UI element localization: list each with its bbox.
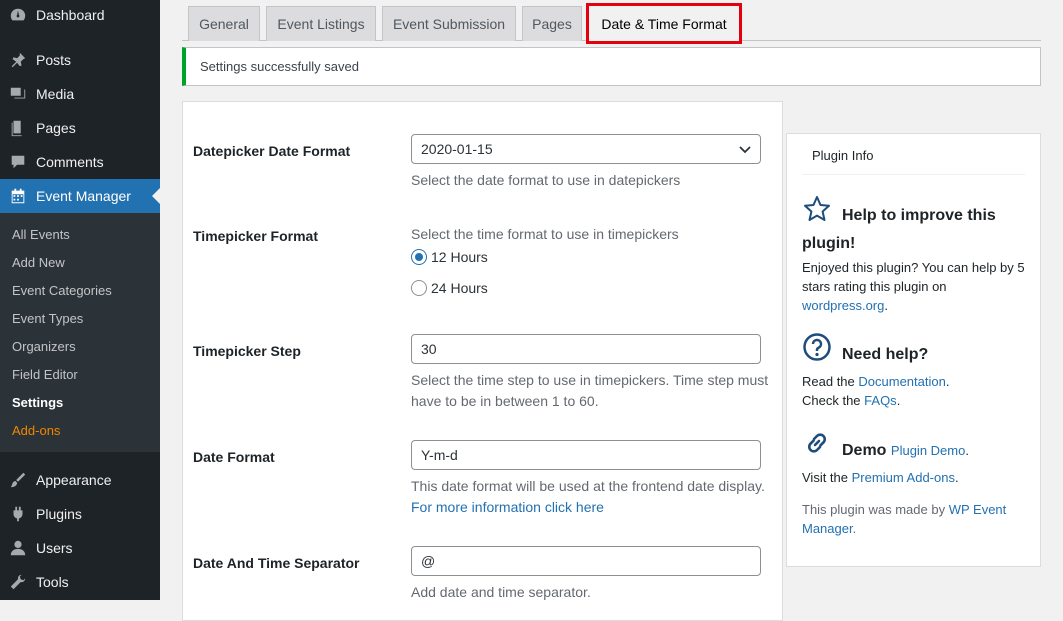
- help-icon: [803, 333, 831, 361]
- date-format-desc: This date format will be used at the fro…: [411, 476, 771, 518]
- submenu-field-editor[interactable]: Field Editor: [12, 367, 78, 382]
- documentation-link[interactable]: Documentation: [858, 374, 945, 389]
- premium-addons-link[interactable]: Premium Add-ons: [852, 470, 955, 485]
- timepicker-step-value: 30: [421, 341, 437, 357]
- separator-label: Date And Time Separator: [193, 555, 360, 571]
- event-manager-submenu: All Events Add New Event Categories Even…: [0, 213, 160, 452]
- radio-label: 12 Hours: [431, 249, 488, 265]
- plugin-demo-link[interactable]: Plugin Demo: [891, 443, 965, 458]
- notice-text: Settings successfully saved: [200, 59, 359, 74]
- wordpress-org-link[interactable]: wordpress.org: [802, 298, 884, 313]
- demo-heading: Demo Plugin Demo.: [842, 442, 969, 459]
- menu-posts[interactable]: Posts: [0, 43, 160, 77]
- radio-12-hours[interactable]: 12 Hours: [411, 249, 488, 265]
- brush-icon: [8, 470, 28, 490]
- date-format-value: Y-m-d: [421, 447, 458, 463]
- menu-tools[interactable]: Tools: [0, 565, 160, 599]
- menu-label: Tools: [36, 574, 69, 590]
- calendar-icon: [8, 186, 28, 206]
- datepicker-format-label: Datepicker Date Format: [193, 143, 351, 159]
- datepicker-format-select[interactable]: 2020-01-15: [411, 134, 761, 164]
- radio-24-hours[interactable]: 24 Hours: [411, 280, 488, 296]
- faqs-link[interactable]: FAQs: [864, 393, 897, 408]
- timepicker-step-input[interactable]: 30: [411, 334, 761, 364]
- help-read-line: Read the Documentation.: [802, 374, 950, 389]
- tab-event-listings[interactable]: Event Listings: [266, 6, 376, 41]
- comment-icon: [8, 152, 28, 172]
- settings-panel: Datepicker Date Format 2020-01-15 Select…: [182, 101, 783, 621]
- help-check-line: Check the FAQs.: [802, 393, 901, 408]
- media-icon: [8, 84, 28, 104]
- menu-label: Users: [36, 540, 73, 556]
- demo-heading-text: Demo: [842, 442, 887, 459]
- menu-users[interactable]: Users: [0, 531, 160, 565]
- pin-icon: [8, 50, 28, 70]
- divider: [802, 174, 1025, 175]
- visit-line: Visit the Premium Add-ons.: [802, 470, 959, 485]
- improve-heading: Help to improve this plugin!: [802, 207, 996, 252]
- timepicker-format-desc: Select the time format to use in timepic…: [411, 226, 679, 242]
- menu-label: Dashboard: [36, 7, 105, 23]
- submenu-settings[interactable]: Settings: [12, 395, 63, 410]
- link-icon: [807, 433, 827, 453]
- made-by-text: This plugin was made by: [802, 502, 946, 517]
- submenu-add-new[interactable]: Add New: [12, 255, 65, 270]
- tab-date-time-format[interactable]: Date & Time Format: [586, 3, 742, 44]
- submenu-add-ons[interactable]: Add-ons: [12, 423, 60, 438]
- menu-label: Posts: [36, 52, 72, 68]
- timepicker-step-label: Timepicker Step: [193, 343, 301, 359]
- separator-value: @: [421, 553, 436, 569]
- admin-sidebar: Dashboard Posts Media Pages Comments Eve…: [0, 0, 160, 600]
- plugin-info-box: Plugin Info Help to improve this plugin!…: [786, 133, 1041, 567]
- help-heading: Need help?: [842, 346, 929, 363]
- menu-label: Media: [36, 86, 75, 102]
- radio-label: 24 Hours: [431, 280, 488, 296]
- radio-circle[interactable]: [411, 280, 427, 296]
- timepicker-format-label: Timepicker Format: [193, 228, 319, 244]
- visit-text: Visit the: [802, 470, 849, 485]
- menu-label: Pages: [36, 120, 76, 136]
- help-check-text: Check the: [802, 393, 861, 408]
- tab-pages[interactable]: Pages: [522, 6, 582, 41]
- improve-text-body: Enjoyed this plugin? You can help by 5 s…: [802, 260, 1025, 294]
- plugin-info-title: Plugin Info: [812, 148, 874, 163]
- chevron-down-icon: [739, 146, 751, 154]
- datepicker-format-desc: Select the date format to use in datepic…: [411, 172, 681, 188]
- menu-dashboard[interactable]: Dashboard: [0, 0, 160, 32]
- made-by-line: This plugin was made by WP Event Manager…: [802, 502, 1007, 536]
- radio-circle[interactable]: [411, 249, 427, 265]
- menu-label: Comments: [36, 154, 104, 170]
- menu-pages[interactable]: Pages: [0, 111, 160, 145]
- timepicker-step-desc: Select the time step to use in timepicke…: [411, 372, 769, 409]
- menu-plugins[interactable]: Plugins: [0, 497, 160, 531]
- tab-general[interactable]: General: [188, 6, 260, 41]
- settings-tabs: General Event Listings Event Submission …: [182, 0, 1041, 44]
- plugin-icon: [8, 504, 28, 524]
- menu-label: Event Manager: [36, 188, 131, 204]
- menu-comments[interactable]: Comments: [0, 145, 160, 179]
- date-format-input[interactable]: Y-m-d: [411, 440, 761, 470]
- submenu-event-categories[interactable]: Event Categories: [12, 283, 112, 298]
- dashboard-icon: [8, 5, 28, 25]
- improve-text: Enjoyed this plugin? You can help by 5 s…: [802, 260, 1025, 313]
- success-notice: Settings successfully saved: [182, 47, 1041, 86]
- submenu-event-types[interactable]: Event Types: [12, 311, 83, 326]
- wrench-icon: [8, 572, 28, 592]
- submenu-organizers[interactable]: Organizers: [12, 339, 76, 354]
- menu-label: Appearance: [36, 472, 112, 488]
- separator-input[interactable]: @: [411, 546, 761, 576]
- date-format-label: Date Format: [193, 449, 275, 465]
- menu-label: Plugins: [36, 506, 82, 522]
- pages-icon: [8, 118, 28, 138]
- submenu-all-events[interactable]: All Events: [12, 227, 70, 242]
- menu-event-manager[interactable]: Event Manager: [0, 179, 160, 213]
- tab-event-submission[interactable]: Event Submission: [382, 6, 516, 41]
- date-format-desc-text: This date format will be used at the fro…: [411, 478, 765, 494]
- more-info-link[interactable]: For more information click here: [411, 499, 604, 515]
- user-icon: [8, 538, 28, 558]
- menu-media[interactable]: Media: [0, 77, 160, 111]
- menu-appearance[interactable]: Appearance: [0, 463, 160, 497]
- datepicker-format-value: 2020-01-15: [421, 141, 493, 157]
- help-read-text: Read the: [802, 374, 855, 389]
